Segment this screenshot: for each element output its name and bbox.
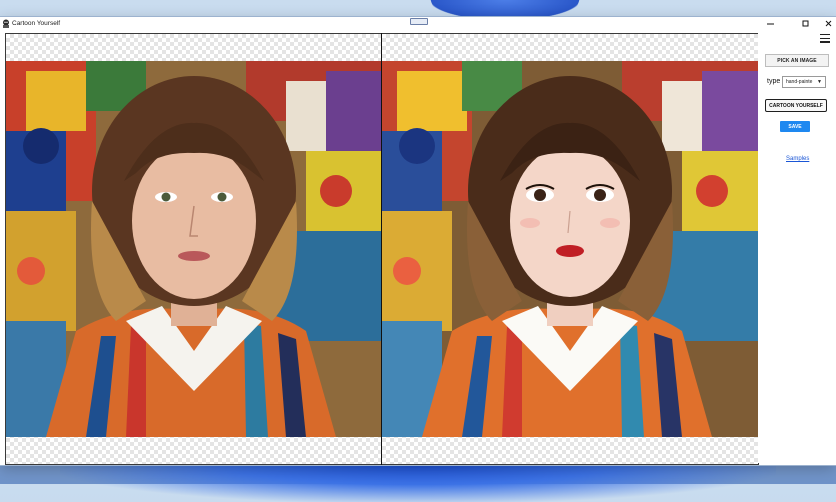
chevron-down-icon: ▼ [817,79,822,85]
hamburger-menu-button[interactable] [820,34,830,43]
samples-link[interactable]: Samples [786,156,809,162]
window-title: Cartoon Yourself [12,20,61,27]
drag-handle[interactable] [410,18,428,25]
panel-divider [381,33,382,465]
close-button[interactable] [818,17,836,30]
cartoon-image-panel [381,33,759,465]
pick-image-button[interactable]: PICK AN IMAGE [765,54,829,67]
maximize-icon [802,20,808,27]
title-bar[interactable]: Cartoon Yourself [0,17,836,30]
type-select[interactable]: hand-painte ▼ [782,76,826,88]
type-select-value: hand-painte [786,79,813,85]
menu-icon-bar [820,34,830,36]
menu-icon-bar [820,41,830,43]
cartoon-photo [382,61,758,437]
original-image-panel [5,33,382,465]
original-photo [6,61,382,437]
wallpaper-bloom-bottom [60,462,776,502]
close-icon [825,20,831,27]
control-sidebar [758,31,836,463]
minimize-icon [766,23,774,25]
app-icon [3,19,9,28]
maximize-button[interactable] [795,17,815,30]
save-button[interactable]: SAVE [780,121,810,132]
menu-icon-bar [820,37,830,39]
type-label: type [767,78,781,85]
cartoon-yourself-button[interactable]: CARTOON YOURSELF [765,99,827,112]
minimize-button[interactable] [760,17,780,30]
